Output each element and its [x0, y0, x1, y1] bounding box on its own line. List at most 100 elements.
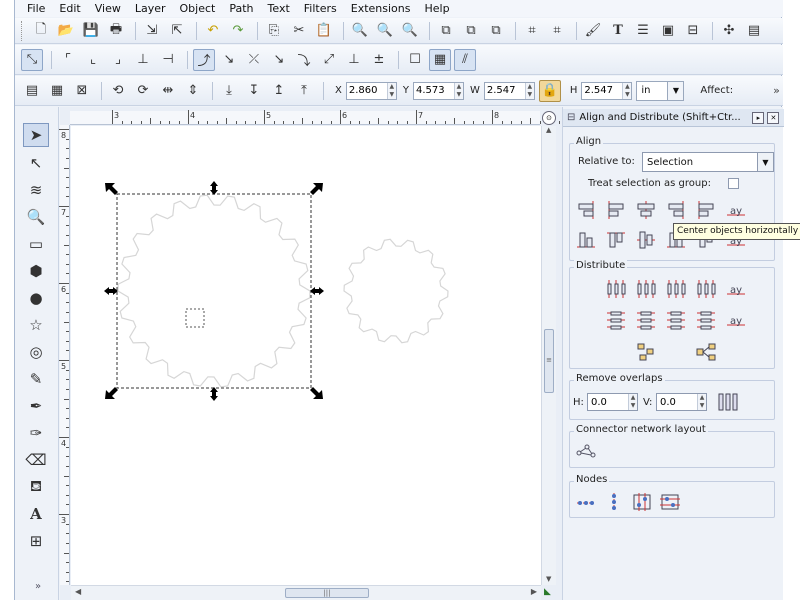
- overlap-v-spinbox[interactable]: ▲▼: [656, 393, 707, 411]
- flip-horizontal-icon[interactable]: ⇹: [157, 80, 179, 102]
- handle-top-left[interactable]: [105, 183, 118, 195]
- rotate-ccw-icon[interactable]: ⟲: [107, 80, 129, 102]
- toolbar-grip[interactable]: [21, 20, 24, 41]
- zoom-selection-icon[interactable]: 🔍: [349, 20, 371, 42]
- snap-intersection-icon[interactable]: ⤫: [243, 49, 265, 71]
- menu-path[interactable]: Path: [229, 2, 253, 15]
- handle-right[interactable]: [310, 287, 324, 295]
- lock-icon[interactable]: 🔒: [538, 79, 561, 102]
- 3d-box-tool-icon[interactable]: ⬢: [23, 259, 49, 283]
- h-spin-arrows[interactable]: ▲ ▼: [622, 82, 632, 99]
- node-tool-icon[interactable]: ↖: [23, 151, 49, 175]
- menu-text[interactable]: Text: [268, 2, 290, 15]
- nodes-align-vertical-button[interactable]: [602, 490, 626, 514]
- menu-object[interactable]: Object: [180, 2, 216, 15]
- dock-iconify-icon[interactable]: ▸: [752, 111, 765, 124]
- distribute-centers-h-button[interactable]: [634, 277, 658, 301]
- remove-overlaps-button[interactable]: [716, 390, 740, 414]
- align-distribute-icon[interactable]: ⊟: [682, 20, 704, 42]
- menu-help[interactable]: Help: [424, 2, 449, 15]
- new-document-icon[interactable]: 🗋: [30, 20, 52, 42]
- distribute-baselines-h-button[interactable]: ay: [724, 277, 748, 301]
- overlap-h-input[interactable]: [588, 394, 628, 410]
- snap-bbox-edge-icon[interactable]: ⌞: [82, 49, 104, 71]
- rotation-center-marker[interactable]: [185, 308, 205, 328]
- large-gear[interactable]: [117, 194, 311, 388]
- pencil-tool-icon[interactable]: ✎: [23, 367, 49, 391]
- y-spin-arrows[interactable]: ▲ ▼: [453, 82, 463, 99]
- align-top-edges-button[interactable]: [604, 228, 628, 252]
- y-spinbox[interactable]: ▲▼: [412, 81, 464, 100]
- center-vertical-button[interactable]: [634, 228, 658, 252]
- distribute-right-edges-button[interactable]: [664, 277, 688, 301]
- xml-editor-icon[interactable]: ▣: [657, 20, 679, 42]
- cut-icon[interactable]: ✂: [288, 20, 310, 42]
- save-icon[interactable]: 💾: [80, 20, 102, 42]
- align-baseline-horizontal-button[interactable]: ay: [724, 198, 748, 222]
- lower-to-bottom-icon[interactable]: ⤓: [218, 80, 240, 102]
- vertical-ruler[interactable]: 876543: [59, 125, 70, 585]
- menu-file[interactable]: File: [27, 2, 45, 15]
- snap-bbox-corner-icon[interactable]: ⌟: [107, 49, 129, 71]
- fill-stroke-icon[interactable]: 🖌: [582, 20, 604, 42]
- distribute-bottom-edges-button[interactable]: [664, 308, 688, 332]
- center-horizontal-button[interactable]: [634, 198, 658, 222]
- open-icon[interactable]: 📂: [55, 20, 77, 42]
- eraser-tool-icon[interactable]: ⌫: [23, 448, 49, 472]
- nodes-align-horizontal-button[interactable]: [574, 490, 598, 514]
- zoom-page-icon[interactable]: 🔍: [399, 20, 421, 42]
- zoom-drawing-icon[interactable]: 🔍: [374, 20, 396, 42]
- snap-cusp-icon[interactable]: ↘: [268, 49, 290, 71]
- handle-left[interactable]: [104, 287, 118, 295]
- h-input[interactable]: [582, 82, 623, 99]
- x-spinbox[interactable]: ▲▼: [345, 81, 397, 100]
- handle-top-right[interactable]: [310, 183, 323, 195]
- toolbox-more-icon[interactable]: »: [35, 581, 41, 592]
- group-icon[interactable]: ⌗: [521, 20, 543, 42]
- deselect-icon[interactable]: ⊠: [71, 80, 93, 102]
- relative-to-select[interactable]: Selection ▼: [642, 152, 774, 172]
- duplicate-icon[interactable]: ⧉: [435, 20, 457, 42]
- copy-icon[interactable]: ⎘: [263, 20, 285, 42]
- horizontal-ruler[interactable]: 3 4 5 6 7 8: [70, 110, 560, 125]
- h-spinbox[interactable]: ▲▼: [581, 81, 633, 100]
- rectangle-tool-icon[interactable]: ▭: [23, 232, 49, 256]
- menu-filters[interactable]: Filters: [304, 2, 337, 15]
- distribute-top-edges-button[interactable]: [604, 308, 628, 332]
- snap-enable-icon[interactable]: ⤡: [21, 48, 43, 71]
- export-icon[interactable]: ⇱: [166, 20, 188, 42]
- nodes-distribute-vertical-button[interactable]: [658, 490, 682, 514]
- scroll-up-icon[interactable]: ▲: [546, 126, 551, 134]
- star-tool-icon[interactable]: ☆: [23, 313, 49, 337]
- distribute-gaps-h-button[interactable]: [694, 277, 718, 301]
- w-input[interactable]: [484, 82, 525, 99]
- align-left-edges-button[interactable]: [604, 198, 628, 222]
- small-gear[interactable]: [343, 238, 449, 344]
- snap-path-icon[interactable]: ↘: [218, 49, 240, 71]
- snap-bbox-icon[interactable]: ⌜: [57, 49, 79, 71]
- w-spinbox[interactable]: ▲▼: [483, 81, 535, 100]
- tweak-tool-icon[interactable]: ≋: [23, 178, 49, 202]
- more-chevron-icon[interactable]: »: [773, 84, 780, 97]
- rotate-cw-icon[interactable]: ⟳: [132, 80, 154, 102]
- x-spin-arrows[interactable]: ▲ ▼: [386, 82, 396, 99]
- scroll-left-icon[interactable]: ◀: [75, 587, 81, 596]
- overlap-h-spinbox[interactable]: ▲▼: [587, 393, 638, 411]
- document-properties-icon[interactable]: ▤: [743, 20, 765, 42]
- unclump-button[interactable]: [694, 340, 718, 364]
- vertical-scrollbar[interactable]: ▲ ≡ ▼: [541, 126, 556, 585]
- w-spin-arrows[interactable]: ▲ ▼: [524, 82, 534, 99]
- snap-grid-icon[interactable]: ▦: [429, 48, 451, 71]
- horizontal-scroll-thumb[interactable]: |||: [285, 588, 369, 598]
- raise-icon[interactable]: ↥: [268, 80, 290, 102]
- menu-extensions[interactable]: Extensions: [351, 2, 411, 15]
- align-right-to-left-button[interactable]: [574, 198, 598, 222]
- handle-bottom[interactable]: [210, 387, 218, 401]
- drawing-canvas[interactable]: [71, 126, 541, 585]
- print-icon[interactable]: 🖶: [105, 20, 127, 42]
- snap-center-icon[interactable]: ⊥: [343, 49, 365, 71]
- x-input[interactable]: [346, 82, 387, 99]
- y-input[interactable]: [413, 82, 454, 99]
- snap-rotation-center-icon[interactable]: ±: [368, 49, 390, 71]
- calligraphy-tool-icon[interactable]: ✑: [23, 421, 49, 445]
